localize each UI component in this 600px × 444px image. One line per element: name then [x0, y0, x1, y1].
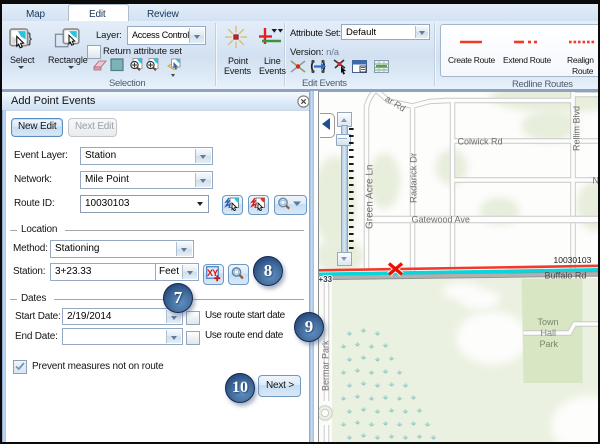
svg-text:Town: Town — [538, 317, 559, 327]
svg-text:Radarick Dr: Radarick Dr — [409, 152, 420, 202]
svg-text:Bermar Park: Bermar Park — [321, 339, 331, 390]
svg-text:Green Acre Ln: Green Acre Ln — [365, 164, 376, 228]
svg-text:Colwick Rd: Colwick Rd — [458, 136, 503, 146]
svg-text:Rellim Blvd: Rellim Blvd — [572, 105, 582, 150]
svg-text:Buffalo Rd: Buffalo Rd — [545, 270, 587, 280]
svg-text:Park: Park — [540, 339, 559, 349]
svg-text:}: } — [28, 31, 33, 46]
svg-text:Gatewood Ave: Gatewood Ave — [412, 214, 470, 224]
svg-text:10030103: 10030103 — [554, 255, 592, 265]
svg-text:Hall: Hall — [541, 328, 557, 338]
svg-text:+33: +33 — [319, 275, 333, 284]
